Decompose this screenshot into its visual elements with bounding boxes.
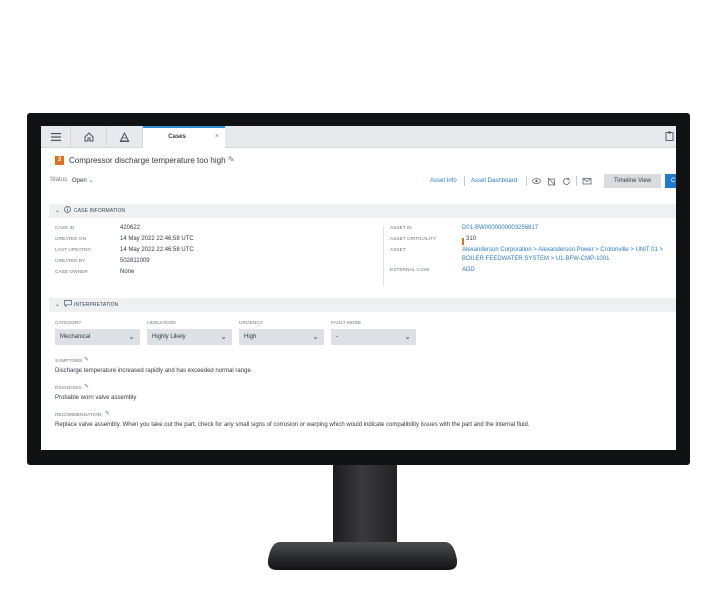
edit-diagnosis-pencil-icon[interactable]: ✎ — [84, 383, 89, 390]
case-title: Compressor discharge temperature too hig… — [69, 156, 226, 165]
asset-path-link-continued[interactable]: BOILER FEEDWATER SYSTEM > U1-BFW-CMP-100… — [462, 256, 609, 262]
tab-cases-label: Cases — [168, 134, 186, 140]
fault-mode-label: FAULT MODE — [331, 321, 362, 326]
section-title: INTERPRETATION — [74, 302, 119, 308]
created-on-label: CREATED ON — [55, 237, 87, 242]
hide-icon[interactable] — [547, 177, 556, 188]
primary-action-button[interactable]: C — [665, 174, 676, 188]
email-icon[interactable] — [582, 177, 592, 187]
monitor-neck — [333, 465, 397, 545]
case-id-value: 420622 — [120, 225, 141, 231]
timeline-view-button[interactable]: Timeline View — [604, 174, 661, 188]
tab-cases[interactable]: Cases × — [143, 126, 225, 149]
case-information-section-header[interactable]: ⌄ CASE INFORMATION — [49, 204, 676, 218]
home-icon[interactable] — [71, 126, 107, 148]
tab-close-icon[interactable]: × — [215, 133, 219, 140]
monitor-stand-base — [267, 542, 458, 570]
created-on-value: 14 May 2022 22:46:58 UTC — [120, 236, 194, 242]
edit-title-pencil-icon[interactable]: ✎ — [228, 155, 235, 164]
collapse-chevron-icon[interactable]: ⌄ — [55, 301, 60, 308]
symptoms-label: SYMPTOMS — [55, 359, 83, 364]
asset-hierarchy-icon[interactable] — [107, 126, 143, 148]
fault-mode-dropdown[interactable]: - ⌄ — [331, 329, 416, 345]
status-value: Open — [72, 178, 87, 184]
edit-symptoms-pencil-icon[interactable]: ✎ — [84, 356, 89, 363]
urgency-value: High — [244, 334, 257, 340]
category-dropdown[interactable]: Mechanical ⌄ — [55, 329, 140, 345]
created-by-label: CREATED BY — [55, 259, 86, 264]
category-label: CATEGORY — [55, 321, 82, 326]
fault-mode-value: - — [336, 334, 338, 340]
application-screen: Cases × 3 Compressor discharge temperatu… — [41, 126, 676, 450]
asset-criticality-value: 310 — [466, 236, 477, 242]
symptoms-value: Discharge temperature increased rapidly … — [55, 368, 253, 374]
hamburger-menu-icon[interactable] — [41, 126, 71, 148]
recommendation-value: Replace valve assembly. When you take ou… — [55, 422, 530, 428]
likelihood-label: LIKELIHOOD — [147, 321, 176, 326]
section-title: CASE INFORMATION — [74, 208, 126, 214]
status-label: Status — [50, 177, 68, 183]
case-owner-label: CASE OWNER — [55, 270, 88, 275]
likelihood-value: Highly Likely — [152, 334, 186, 340]
asset-criticality-label: ASSET CRITICALITY — [390, 237, 437, 242]
watch-eye-icon[interactable] — [532, 177, 541, 187]
collapse-chevron-icon[interactable]: ⌄ — [55, 207, 60, 214]
asset-label: ASSET — [390, 248, 406, 253]
info-icon — [64, 206, 71, 215]
comment-icon — [64, 300, 72, 309]
top-navigation-bar: Cases × — [41, 126, 676, 149]
urgency-dropdown[interactable]: High ⌄ — [239, 329, 324, 345]
divider — [526, 176, 527, 186]
edit-recommendation-pencil-icon[interactable]: ✎ — [105, 410, 110, 417]
created-by-value: 502811009 — [120, 258, 150, 264]
external-case-label: EXTERNAL CASE — [390, 268, 430, 273]
status-dropdown[interactable]: Open ⌄ — [72, 177, 93, 184]
column-divider — [383, 226, 384, 286]
diagnosis-value: Probable worn valve assembly — [55, 395, 137, 401]
chevron-down-icon: ⌄ — [220, 332, 227, 341]
case-id-label: CASE ID — [55, 226, 75, 231]
chevron-down-icon: ⌄ — [312, 332, 319, 341]
likelihood-dropdown[interactable]: Highly Likely ⌄ — [147, 329, 232, 345]
divider — [576, 176, 577, 186]
chevron-down-icon: ⌄ — [88, 178, 94, 184]
recommendation-label: RECOMMENDATION — [55, 413, 102, 418]
chevron-down-icon: ⌄ — [128, 332, 135, 341]
asset-dashboard-link[interactable]: Asset Dashboard — [471, 178, 517, 184]
chevron-down-icon: ⌄ — [404, 332, 411, 341]
interpretation-section-header[interactable]: ⌄ INTERPRETATION — [49, 298, 676, 312]
category-value: Mechanical — [60, 334, 91, 340]
diagnosis-label: DIAGNOSIS — [55, 386, 82, 391]
criticality-indicator — [462, 238, 464, 245]
divider — [464, 176, 465, 186]
asset-id-label: ASSET ID — [390, 226, 412, 231]
clipboard-icon[interactable] — [665, 131, 674, 143]
urgency-label: URGENCY — [239, 321, 263, 326]
asset-path-link[interactable]: Alexanderson Corporation > Alexanderson … — [462, 247, 663, 253]
case-owner-value: None — [120, 269, 135, 275]
case-priority-badge: 3 — [55, 156, 64, 165]
last-updated-label: LAST UPDATED — [55, 248, 91, 253]
add-external-case-link[interactable]: ADD — [462, 267, 475, 273]
refresh-icon[interactable] — [562, 177, 571, 188]
asset-info-link[interactable]: Asset Info — [430, 178, 457, 184]
asset-id-link[interactable]: D01-BW0000000003256817 — [462, 225, 538, 231]
last-updated-value: 14 May 2022 22:46:58 UTC — [120, 247, 194, 253]
